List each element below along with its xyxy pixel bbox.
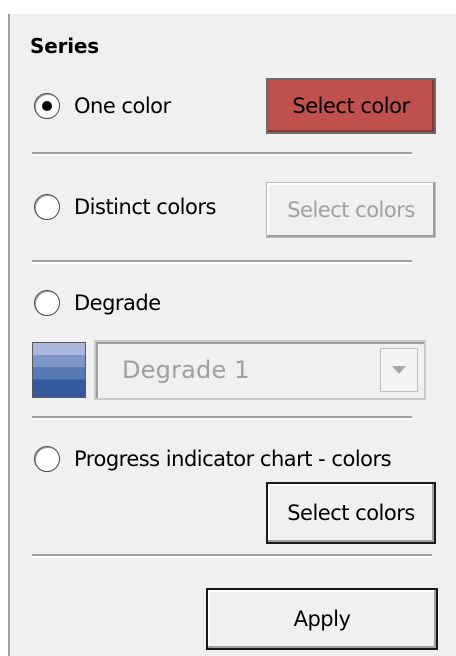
degrade-dropdown[interactable]: Degrade 1 xyxy=(94,340,426,400)
radio-label-progress-indicator: Progress indicator chart - colors xyxy=(74,447,392,471)
degrade-dropdown-value: Degrade 1 xyxy=(122,356,250,384)
select-colors-button[interactable]: Select colors xyxy=(266,482,436,544)
separator-1 xyxy=(32,152,412,156)
radio-degrade[interactable]: Degrade xyxy=(34,290,161,316)
apply-button[interactable]: Apply xyxy=(206,588,438,650)
separator-4 xyxy=(32,554,432,558)
separator-3 xyxy=(32,416,412,420)
radio-progress-indicator[interactable]: Progress indicator chart - colors xyxy=(34,446,392,472)
select-color-button[interactable]: Select color xyxy=(266,78,436,134)
select-colors-button-disabled[interactable]: Select colors xyxy=(266,182,436,238)
radio-label-degrade: Degrade xyxy=(74,291,161,315)
radio-button-one-color[interactable] xyxy=(34,93,60,119)
radio-distinct-colors[interactable]: Distinct colors xyxy=(34,194,216,220)
series-title: Series xyxy=(30,34,99,58)
radio-button-progress-indicator[interactable] xyxy=(34,446,60,472)
separator-2 xyxy=(32,260,412,264)
radio-label-distinct-colors: Distinct colors xyxy=(74,195,216,219)
radio-one-color[interactable]: One color xyxy=(34,93,171,119)
chevron-down-icon[interactable] xyxy=(380,348,418,392)
radio-button-degrade[interactable] xyxy=(34,290,60,316)
radio-label-one-color: One color xyxy=(74,94,171,118)
radio-button-distinct-colors[interactable] xyxy=(34,194,60,220)
gradient-swatch-icon xyxy=(32,342,86,398)
